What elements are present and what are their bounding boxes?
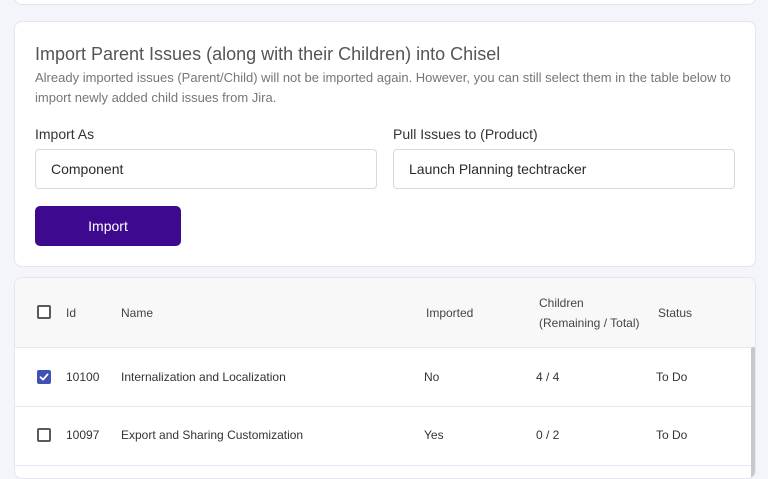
- header-status: Status: [658, 306, 693, 320]
- previous-card: [14, 0, 756, 5]
- row-imported: No: [424, 370, 440, 384]
- header-imported: Imported: [426, 306, 474, 320]
- table-row[interactable]: 10097 Export and Sharing Customization Y…: [15, 407, 755, 466]
- import-as-label: Import As: [35, 126, 95, 142]
- header-children: Children: [539, 296, 584, 310]
- import-button[interactable]: Import: [35, 206, 181, 246]
- row-children: 0 / 2: [536, 428, 560, 442]
- import-section-title: Import Parent Issues (along with their C…: [35, 44, 501, 64]
- row-checkbox[interactable]: [37, 428, 51, 442]
- pull-issues-to-select[interactable]: Launch Planning techtracker: [393, 149, 735, 189]
- row-status: To Do: [656, 370, 688, 384]
- row-id: 10097: [66, 428, 100, 442]
- row-status: To Do: [656, 428, 688, 442]
- row-checkbox[interactable]: [37, 370, 51, 384]
- row-name: Export and Sharing Customization: [121, 428, 304, 442]
- table-scrollbar[interactable]: [751, 347, 755, 478]
- import-as-select[interactable]: Component: [35, 149, 377, 189]
- header-children-subtitle: (Remaining / Total): [539, 316, 640, 330]
- pull-issues-to-label: Pull Issues to (Product): [393, 126, 538, 142]
- row-name: Internalization and Localization: [121, 370, 286, 384]
- row-id: 10100: [66, 370, 100, 384]
- import-section-description: Already imported issues (Parent/Child) w…: [35, 70, 731, 105]
- select-all-checkbox[interactable]: [37, 305, 51, 319]
- check-icon: [39, 373, 49, 381]
- row-children: 4 / 4: [536, 370, 560, 384]
- header-id: Id: [66, 306, 77, 320]
- issues-table: Id Name Imported Children (Remaining / T…: [14, 277, 756, 479]
- table-row[interactable]: 10100 Internalization and Localization N…: [15, 348, 755, 407]
- row-imported: Yes: [424, 428, 444, 442]
- table-header: Id Name Imported Children (Remaining / T…: [15, 278, 755, 348]
- header-name: Name: [121, 306, 154, 320]
- import-parent-issues-card: Import Parent Issues (along with their C…: [14, 21, 756, 267]
